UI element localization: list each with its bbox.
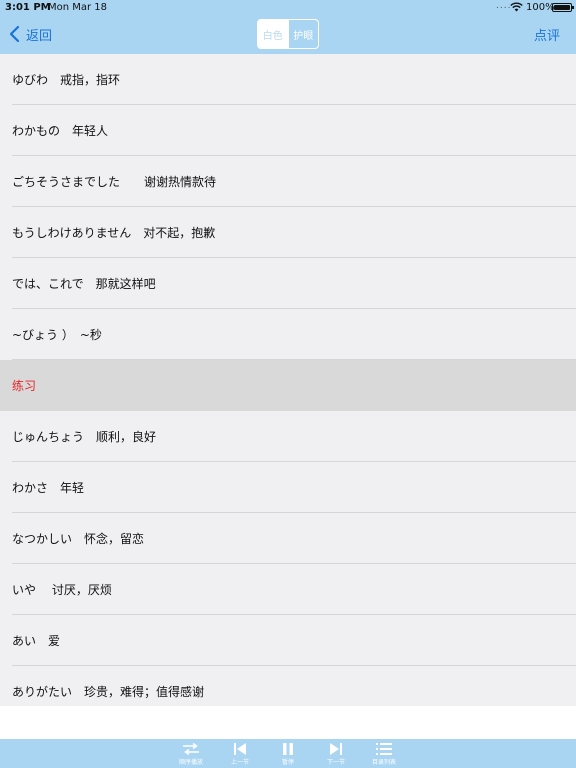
next-button[interactable]: 下一节 (313, 742, 359, 768)
segment-eye-care-theme[interactable]: 护眼 (287, 20, 319, 48)
list-item-text: ~びょう ） ~秒 (12, 328, 102, 342)
navigation-bar: 3:01 PM Mon Mar 18 .... 100% 返回 白色 护眼 点评 (0, 0, 576, 54)
wifi-icon (510, 2, 523, 15)
pause-label: 暂停 (281, 759, 294, 766)
previous-button[interactable]: 上一节 (217, 742, 263, 768)
list-item-text: では、これで 那就这样吧 (12, 277, 156, 291)
review-button[interactable]: 点评 (534, 25, 560, 44)
list-item[interactable]: もうしわけありません 对不起，抱歉 (0, 207, 576, 258)
list-item[interactable]: ゆびわ 戒指，指环 (0, 54, 576, 105)
list-item-text: いや 讨厌，厌烦 (12, 583, 112, 597)
previous-icon (234, 743, 246, 755)
battery-icon (552, 3, 574, 12)
list-item[interactable]: わかもの 年轻人 (0, 105, 576, 156)
list-item-text: ゆびわ 戒指，指环 (12, 73, 121, 87)
previous-label: 上一节 (230, 759, 249, 766)
list-item[interactable]: ごちそうさまでした 谢谢热情款待 (0, 156, 576, 207)
pause-icon (283, 743, 293, 755)
list-item-text: ごちそうさまでした 谢谢热情款待 (12, 175, 217, 189)
play-order-label: 顺序播放 (178, 759, 203, 766)
list-item-text: もうしわけありません 对不起，抱歉 (12, 226, 216, 240)
shuffle-icon (183, 742, 199, 756)
next-icon (330, 743, 342, 755)
playback-toolbar: 顺序播放 上一节 暂停 下一节 目录列表 (0, 739, 576, 768)
list-item[interactable]: いや 讨厌，厌烦 (0, 564, 576, 615)
list-item[interactable]: ~びょう ） ~秒 (0, 309, 576, 360)
list-item[interactable]: なつかしい 怀念，留恋 (0, 513, 576, 564)
list-item-text: なつかしい 怀念，留恋 (12, 532, 145, 546)
pause-button[interactable]: 暂停 (265, 742, 311, 768)
theme-segmented-control: 白色 护眼 (257, 19, 319, 49)
chevron-left-icon (8, 25, 22, 43)
list-item-text: あい 爱 (12, 634, 61, 648)
list-item[interactable]: わかさ 年轻 (0, 462, 576, 513)
list-item-text: ありがたい 珍贵，难得；值得感谢 (12, 685, 205, 699)
vocabulary-list: ゆびわ 戒指，指环 わかもの 年轻人 ごちそうさまでした 谢谢热情款待 もうしわ… (0, 54, 576, 717)
list-item[interactable]: あい 爱 (0, 615, 576, 666)
catalog-label: 目录列表 (371, 759, 396, 766)
list-item[interactable]: では、これで 那就这样吧 (0, 258, 576, 309)
list-item-text: わかもの 年轻人 (12, 124, 109, 138)
segment-white-theme[interactable]: 白色 (258, 20, 288, 48)
back-label: 返回 (26, 28, 53, 44)
status-time: 3:01 PM (5, 2, 51, 13)
status-date: Mon Mar 18 (48, 2, 108, 13)
list-item-text: じゅんちょう 顺利，良好 (12, 430, 157, 444)
list-footer-spacer (0, 706, 576, 739)
back-button[interactable]: 返回 (8, 24, 52, 44)
next-label: 下一节 (326, 759, 345, 766)
list-icon (376, 743, 392, 755)
status-bar: 3:01 PM Mon Mar 18 .... 100% (0, 0, 576, 16)
catalog-button[interactable]: 目录列表 (361, 742, 407, 768)
section-header-text: 练习 (12, 379, 37, 393)
section-header: 练习 (0, 360, 576, 411)
play-order-button[interactable]: 顺序播放 (168, 742, 214, 768)
list-item-text: わかさ 年轻 (12, 481, 85, 495)
list-item[interactable]: じゅんちょう 顺利，良好 (0, 411, 576, 462)
battery-percentage: 100% (526, 2, 555, 13)
